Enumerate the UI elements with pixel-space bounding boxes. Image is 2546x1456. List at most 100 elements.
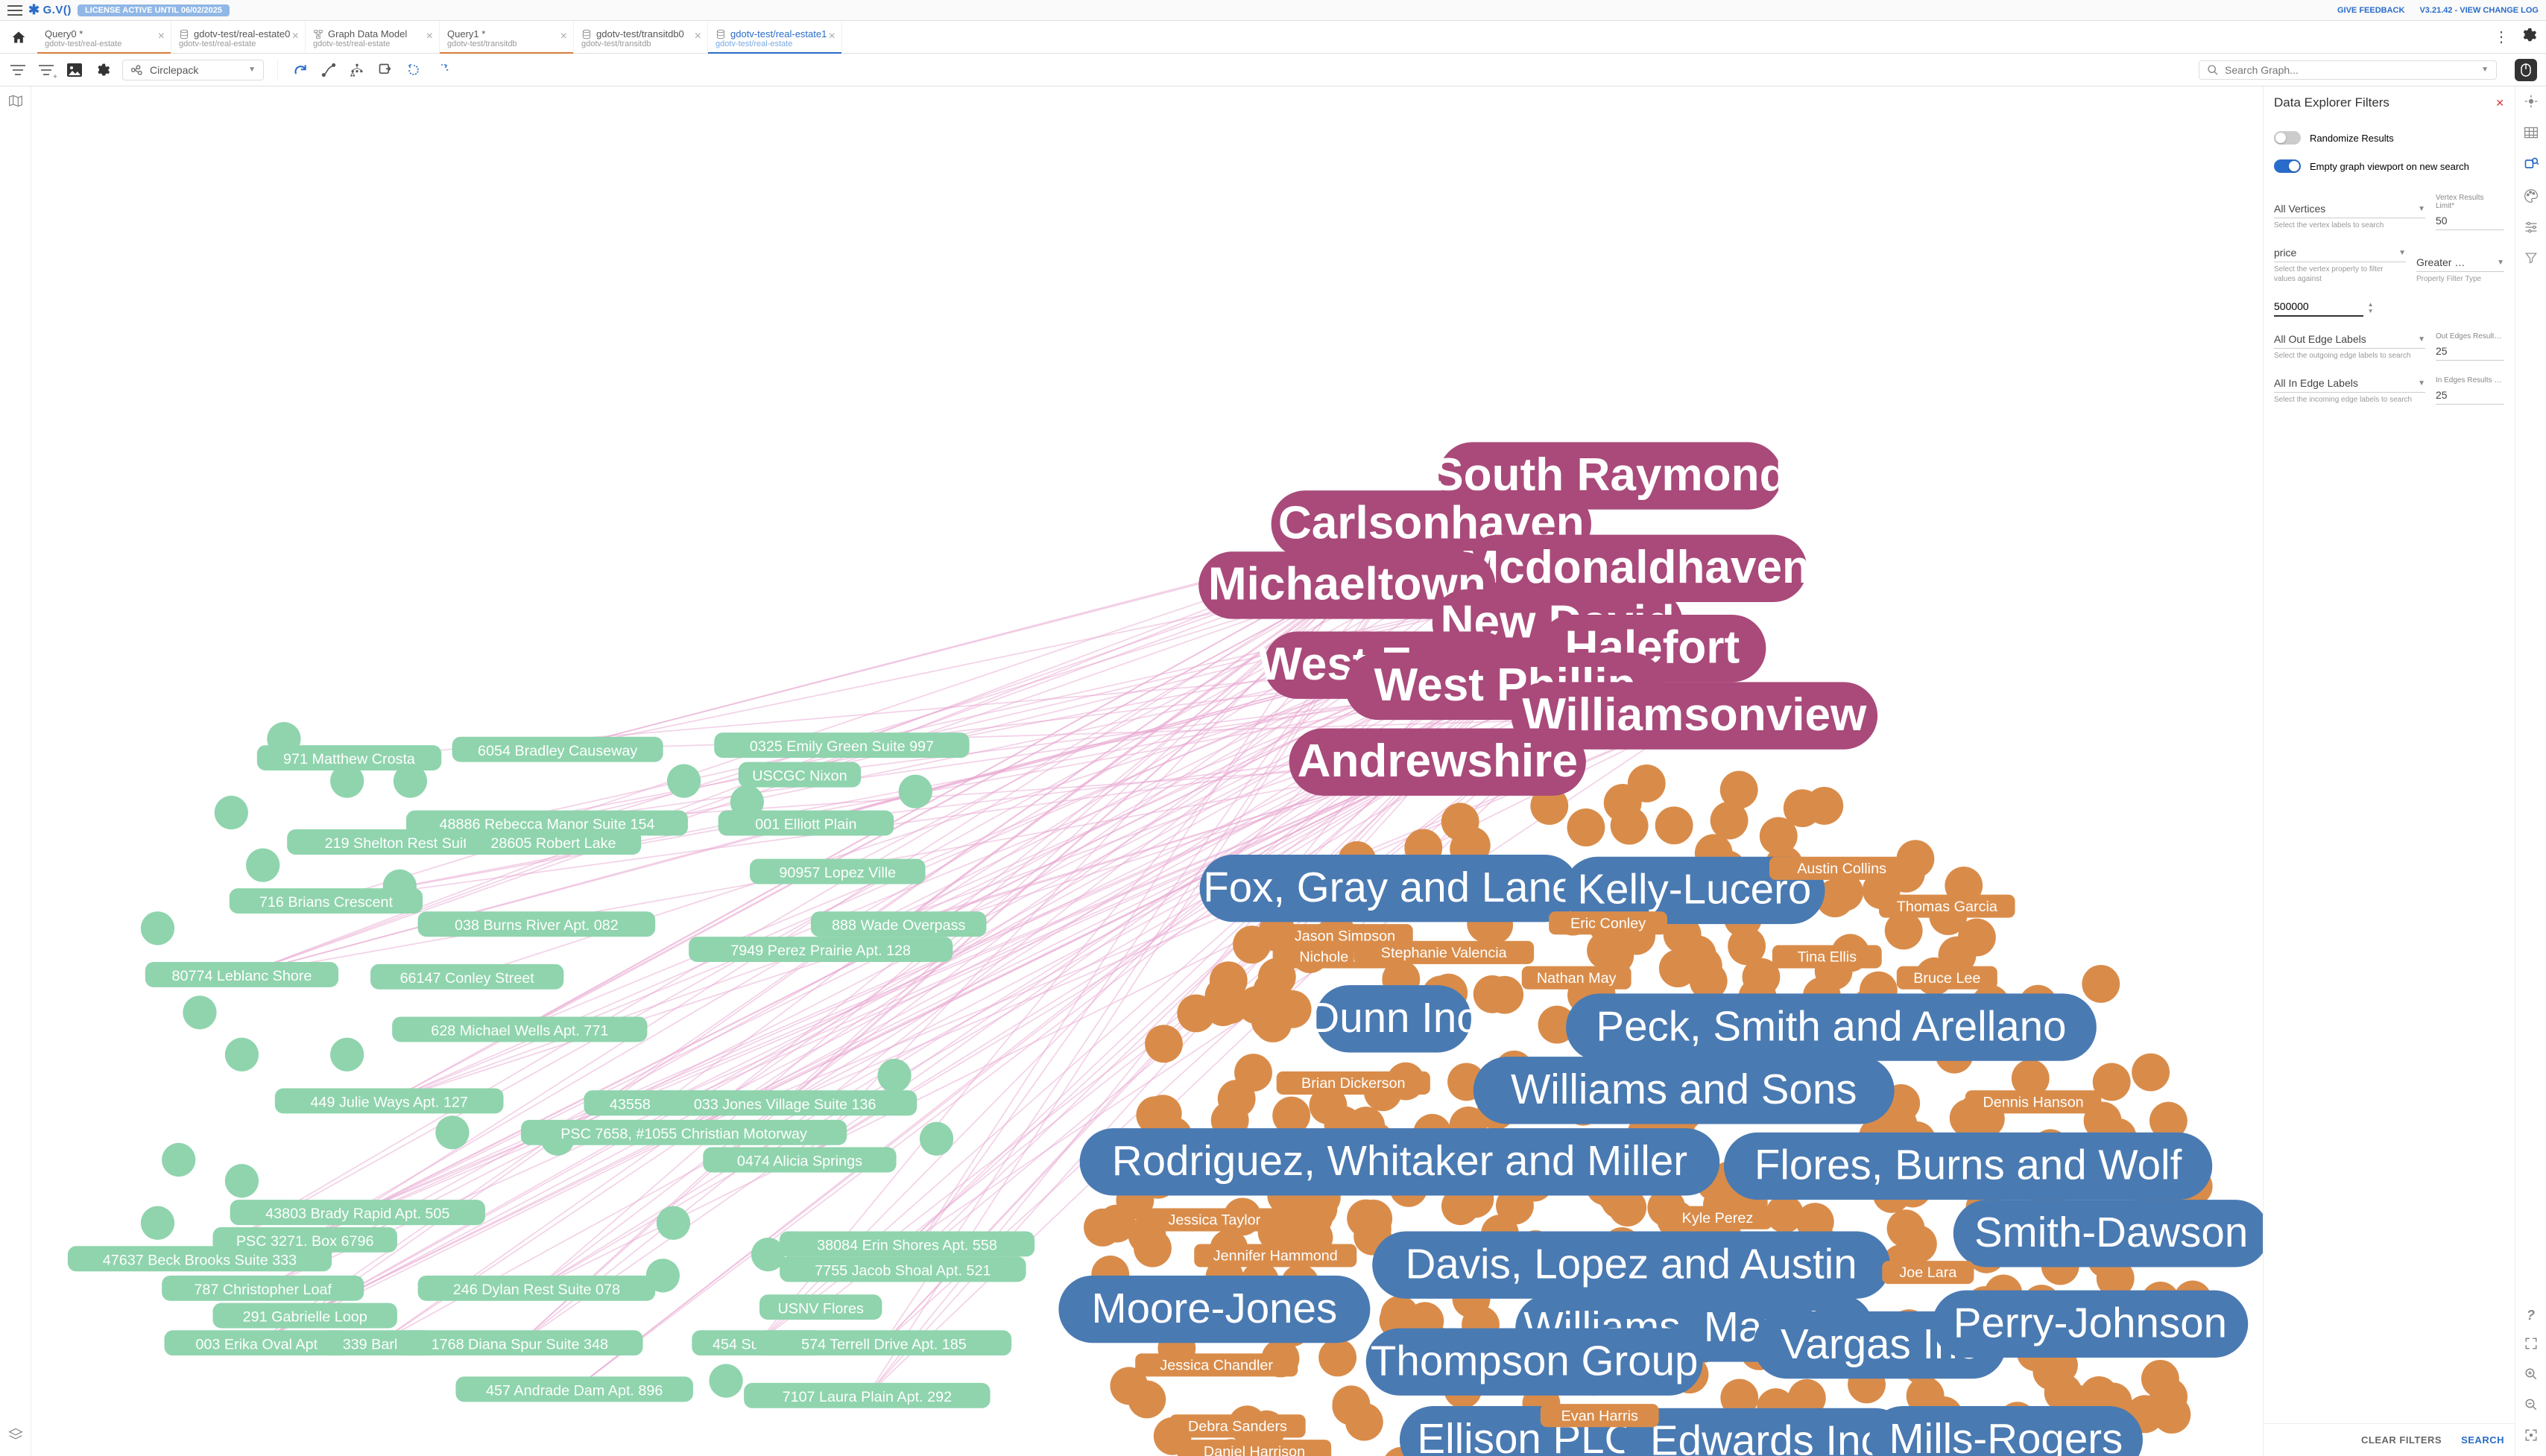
out-edge-labels-select[interactable]: All Out Edge Labels▼ (2274, 330, 2425, 349)
company-node[interactable]: Dunn Inc (1309, 994, 1477, 1041)
company-node[interactable]: Davis, Lopez and Austin (1406, 1240, 1857, 1287)
export-icon[interactable] (376, 61, 394, 79)
person-node[interactable]: Jessica Taylor (1142, 1208, 1286, 1231)
tab[interactable]: gdotv-test/real-estate1 gdotv-test/real-… (708, 21, 842, 53)
zoom-in-icon[interactable] (2524, 1367, 2538, 1384)
app-logo[interactable]: ✱ G.V() (28, 2, 72, 18)
search-input[interactable] (2225, 64, 2475, 76)
address-node[interactable]: PSC 7658, #1055 Christian Motorway (521, 1120, 847, 1145)
address-node[interactable]: 7107 Laura Plain Apt. 292 (744, 1383, 990, 1408)
person-node[interactable]: Bruce Lee (1897, 966, 1997, 990)
tab[interactable]: Query1 * gdotv-test/transitdb × (440, 21, 574, 53)
in-edges-limit-input[interactable]: 25 (2436, 386, 2504, 405)
search-button[interactable]: SEARCH (2461, 1434, 2504, 1446)
address-node[interactable]: 28605 Robert Lake (466, 829, 642, 855)
vertex-limit-input[interactable]: 50 (2436, 212, 2504, 230)
company-node[interactable]: Thompson Group (1371, 1337, 1699, 1384)
address-node[interactable]: 7949 Perez Prairie Apt. 128 (689, 937, 953, 962)
tree-icon[interactable] (348, 61, 366, 79)
address-node[interactable]: 0474 Alicia Springs (703, 1148, 896, 1173)
close-icon[interactable]: × (560, 30, 567, 43)
graph-canvas[interactable]: South RaymondCarlsonhavenMcdonaldhavenMi… (31, 86, 2263, 1456)
settings-icon[interactable] (2521, 27, 2537, 47)
person-node[interactable]: Brian Dickerson (1277, 1072, 1430, 1095)
person-node[interactable]: Eric Conley (1549, 911, 1667, 934)
address-node[interactable]: 80774 Leblanc Shore (145, 962, 338, 987)
address-node[interactable]: 66147 Conley Street (370, 964, 563, 990)
close-icon[interactable]: ✕ (2495, 97, 2504, 110)
funnel-icon[interactable] (2524, 251, 2538, 268)
filter-add-icon[interactable]: + (37, 61, 55, 79)
company-node[interactable]: Edwards Inc (1650, 1417, 1882, 1456)
close-icon[interactable]: × (426, 30, 433, 43)
company-node[interactable]: Flores, Burns and Wolf (1754, 1142, 2182, 1188)
address-node[interactable]: 6054 Bradley Causeway (452, 737, 663, 762)
close-icon[interactable]: × (695, 30, 701, 43)
address-node[interactable]: 457 Andrade Dam Apt. 896 (455, 1376, 693, 1402)
toolbar-settings-icon[interactable] (94, 61, 112, 79)
close-icon[interactable]: × (829, 30, 835, 43)
explorer-icon[interactable] (2524, 156, 2539, 175)
person-node[interactable]: Kyle Perez (1663, 1206, 1772, 1229)
path-icon[interactable] (320, 61, 338, 79)
tab[interactable]: gdotv-test/real-estate0 gdotv-test/real-… (171, 21, 306, 53)
company-node[interactable]: Peck, Smith and Arellano (1596, 1002, 2066, 1049)
person-node[interactable]: Jessica Chandler (1135, 1353, 1298, 1376)
image-icon[interactable] (66, 61, 83, 79)
person-node[interactable]: Tina Ellis (1772, 945, 1882, 968)
palette-icon[interactable] (2524, 189, 2539, 207)
address-node[interactable]: 291 Gabrielle Loop (212, 1303, 397, 1329)
address-node[interactable]: 574 Terrell Drive Apt. 185 (756, 1330, 1011, 1355)
value-stepper[interactable]: ▲▼ (2368, 301, 2374, 314)
address-node[interactable]: 003 Erika Oval Apt (165, 1330, 349, 1355)
address-node[interactable]: USCGC Nixon (739, 762, 861, 788)
address-node[interactable]: 0325 Emily Green Suite 997 (714, 732, 969, 758)
tab[interactable]: Graph Data Model gdotv-test/real-estate … (306, 21, 440, 53)
city-node[interactable]: Andrewshire (1298, 735, 1578, 787)
address-node[interactable]: 033 Jones Village Suite 136 (653, 1090, 917, 1115)
person-node[interactable]: Jennifer Hammond (1194, 1244, 1356, 1267)
address-node[interactable]: 971 Matthew Crosta (257, 745, 441, 770)
person-node[interactable]: Debra Sanders (1169, 1414, 1305, 1437)
company-node[interactable]: Smith-Dawson (1974, 1209, 2248, 1256)
company-node[interactable]: Perry-Johnson (1953, 1300, 2227, 1346)
person-node[interactable]: Evan Harris (1541, 1404, 1659, 1427)
company-node[interactable]: Rodriguez, Whitaker and Miller (1112, 1137, 1687, 1184)
tab[interactable]: Query0 * gdotv-test/real-estate × (37, 21, 171, 53)
address-node[interactable]: 43803 Brady Rapid Apt. 505 (230, 1200, 485, 1225)
rotate-right-icon[interactable] (433, 61, 451, 79)
in-edge-labels-select[interactable]: All In Edge Labels▼ (2274, 374, 2425, 393)
vertex-labels-select[interactable]: All Vertices▼ (2274, 200, 2425, 218)
layout-select[interactable]: Circlepack ▼ (122, 60, 264, 80)
address-node[interactable]: 888 Wade Overpass (811, 911, 987, 937)
home-button[interactable] (0, 21, 37, 53)
randomize-toggle[interactable] (2274, 131, 2301, 145)
give-feedback-link[interactable]: GIVE FEEDBACK (2337, 6, 2404, 15)
person-node[interactable]: Austin Collins (1769, 857, 1914, 880)
address-node[interactable]: 7755 Jacob Shoal Apt. 521 (780, 1256, 1026, 1282)
layers-icon[interactable] (8, 1427, 23, 1446)
close-icon[interactable]: × (292, 30, 299, 43)
address-node[interactable]: 716 Brians Crescent (230, 888, 423, 914)
table-icon[interactable] (2524, 126, 2539, 143)
version-changelog-link[interactable]: V3.21.42 - VIEW CHANGE LOG (2419, 6, 2539, 15)
person-node[interactable]: Joe Lara (1882, 1261, 1974, 1284)
address-node[interactable]: 38084 Erin Shores Apt. 558 (780, 1232, 1034, 1257)
mouse-mode-icon[interactable] (2515, 59, 2537, 81)
city-node[interactable]: Williamsonview (1522, 689, 1867, 741)
zoom-out-icon[interactable] (2524, 1398, 2538, 1415)
target-icon[interactable] (2524, 94, 2539, 113)
empty-viewport-toggle[interactable] (2274, 159, 2301, 173)
address-node[interactable]: USNV Flores (759, 1294, 882, 1320)
address-node[interactable]: 001 Elliott Plain (718, 811, 894, 836)
vertex-property-select[interactable]: price▼ (2274, 244, 2406, 262)
person-node[interactable]: Nathan May (1522, 966, 1631, 990)
person-node[interactable]: Dennis Hanson (1965, 1090, 2101, 1113)
rotate-left-icon[interactable] (405, 61, 423, 79)
fit-icon[interactable] (2524, 1428, 2538, 1446)
map-icon[interactable] (8, 94, 23, 111)
filter-rows-icon[interactable] (9, 61, 27, 79)
person-node[interactable]: Stephanie Valencia (1353, 941, 1534, 964)
refresh-icon[interactable] (291, 61, 309, 79)
company-node[interactable]: Moore-Jones (1092, 1285, 1338, 1332)
